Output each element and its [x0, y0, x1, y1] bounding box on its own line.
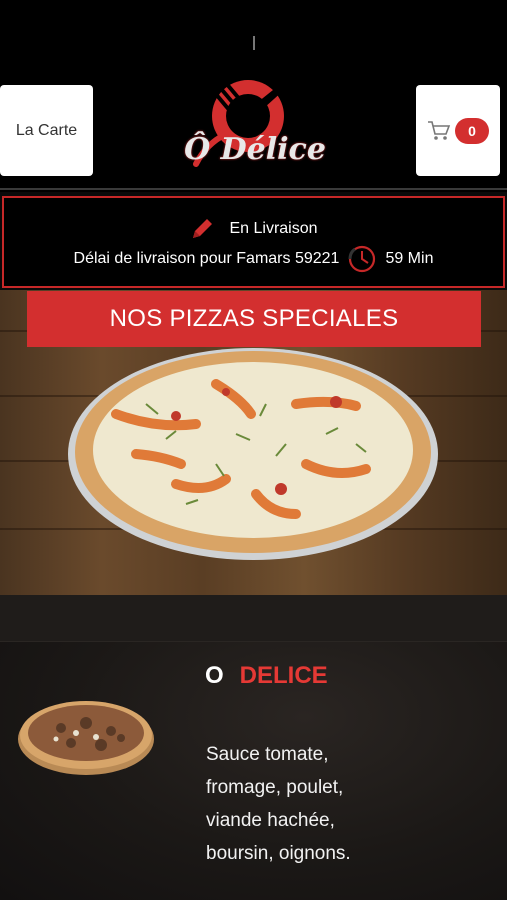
product-title[interactable]: O DELICE — [205, 662, 328, 690]
description-line: viande hachée, — [206, 810, 335, 831]
cart-button[interactable]: 0 — [416, 85, 500, 176]
delivery-delay-value: 59 Min — [385, 250, 434, 267]
delivery-delay-label: Délai de livraison pour Famars 59221 — [73, 250, 340, 267]
delivery-info-panel[interactable]: En Livraison Délai de livraison pour Fam… — [2, 196, 505, 288]
product-name: DELICE — [239, 662, 328, 689]
brand-logo: Ô Délice — [166, 74, 344, 184]
clock-icon — [348, 245, 376, 273]
delivery-mode: En Livraison — [229, 220, 318, 237]
menu-button[interactable]: La Carte — [0, 85, 93, 176]
header-divider — [0, 188, 507, 190]
description-line: fromage, poulet, — [206, 777, 344, 798]
logo-mark-icon — [193, 80, 284, 167]
cart-icon — [428, 120, 451, 140]
pencil-icon — [193, 219, 213, 238]
menu-button-label: La Carte — [15, 121, 78, 139]
description-line: Sauce tomate, — [206, 744, 329, 765]
section-divider — [0, 595, 507, 642]
special-pizzas-banner: NOS PIZZAS SPECIALES — [27, 291, 481, 347]
logo-text: Ô Délice — [184, 132, 326, 167]
cart-count-badge: 0 — [455, 117, 489, 144]
salmon-pizza-image — [68, 348, 438, 560]
description-line: boursin, oignons. — [206, 843, 351, 864]
status-bar — [0, 0, 507, 64]
product-name-prefix: O — [205, 662, 224, 689]
status-indicator — [253, 36, 255, 50]
product-thumbnail[interactable] — [16, 693, 156, 777]
product-description: Sauce tomate, fromage, poulet, viande ha… — [206, 738, 466, 870]
